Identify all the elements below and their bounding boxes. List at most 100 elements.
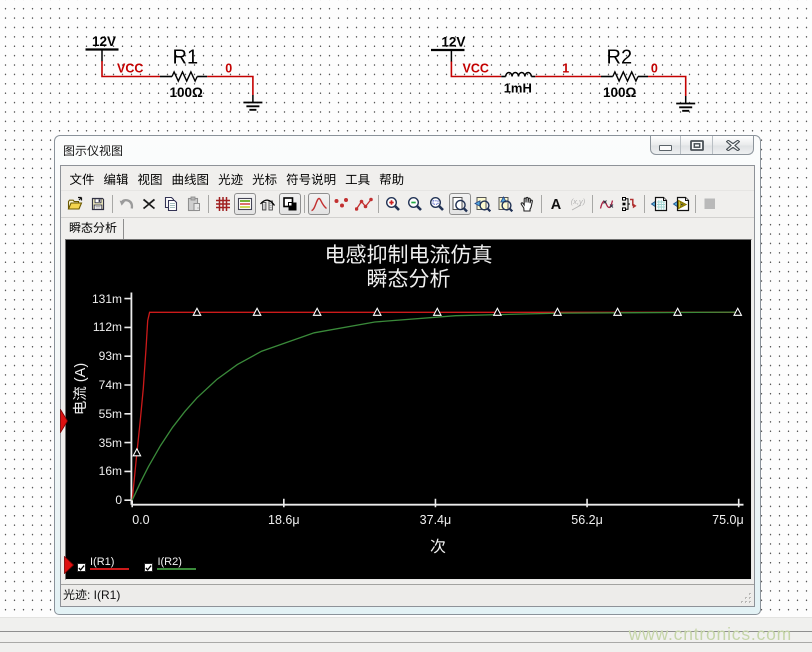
net-label-out: 0 — [651, 62, 658, 76]
inductor-symbol[interactable] — [506, 72, 532, 76]
window-title: 图示仪视图 — [63, 142, 123, 159]
y-tick-label: 131m — [62, 293, 122, 305]
y-tick-label: 112m — [62, 321, 122, 333]
zoom-horizontal-button[interactable] — [471, 193, 493, 215]
copy-button[interactable] — [160, 193, 182, 215]
open-button[interactable] — [64, 193, 86, 215]
copy-icon — [163, 196, 179, 212]
delete-button[interactable] — [138, 193, 160, 215]
y-tick-label: 55m — [62, 408, 122, 420]
export-excel-run-button[interactable] — [670, 193, 692, 215]
undo-button — [115, 193, 137, 215]
status-bar: 光迹: I(R1) — [61, 584, 754, 606]
trace-curve-button[interactable] — [308, 193, 330, 215]
window-titlebar[interactable]: 图示仪视图 — [55, 136, 760, 165]
menu-item-2[interactable]: 编辑 — [99, 165, 133, 192]
y-axis-select-arrow[interactable] — [60, 409, 68, 433]
trace-dots-line-button[interactable] — [352, 193, 374, 215]
supply-voltage-label: 12V — [441, 35, 465, 50]
menu-item-8[interactable]: 工具 — [341, 165, 375, 192]
plot-area[interactable] — [66, 240, 751, 579]
ground-symbol[interactable] — [676, 104, 695, 111]
supply-voltage-label: 12V — [92, 34, 116, 49]
wire[interactable] — [648, 77, 686, 97]
resistor-symbol[interactable] — [613, 72, 638, 81]
x-tick-label: 0.0 — [132, 513, 192, 527]
save-button[interactable] — [86, 193, 108, 215]
zoom-vertical-button[interactable] — [493, 193, 515, 215]
ground-symbol[interactable] — [243, 103, 262, 110]
legend-checkbox-I(R2)[interactable] — [144, 563, 153, 572]
open-icon — [67, 196, 84, 212]
export-excel-button[interactable] — [648, 193, 670, 215]
legend-select-arrow[interactable] — [64, 556, 74, 574]
pan-hand-button[interactable] — [516, 193, 538, 215]
net-label-vcc: VCC — [463, 62, 489, 76]
resistor-value-label: 100Ω — [603, 85, 637, 100]
overlay-traces-icon — [599, 196, 616, 212]
menu-item-9[interactable]: 帮助 — [375, 165, 409, 192]
bottom-application-strip: www.cntronics.com — [0, 617, 812, 652]
menu-item-5[interactable]: 光迹 — [214, 165, 248, 192]
trace-I(R1)[interactable] — [132, 312, 739, 500]
legend-icon — [237, 196, 253, 212]
minimize-button[interactable] — [651, 136, 681, 154]
svg-text:A: A — [551, 197, 562, 212]
zoom-out-button[interactable] — [404, 193, 426, 215]
export-graph-button[interactable] — [619, 193, 641, 215]
resistor-symbol[interactable] — [172, 72, 197, 81]
menu-item-6[interactable]: 光标 — [248, 165, 282, 192]
legend: I(R1)I(R2) — [77, 556, 212, 572]
close-button[interactable] — [713, 136, 753, 154]
legend-item-I(R1): I(R1) — [77, 556, 114, 572]
menu-item-7[interactable]: 符号说明 — [282, 165, 341, 192]
graph-properties-button[interactable] — [256, 193, 278, 215]
menu-item-4[interactable]: 曲线图 — [167, 165, 214, 192]
zoom-window-icon — [429, 196, 445, 212]
zoom-out-icon — [407, 196, 423, 212]
trace-dots-button[interactable] — [330, 193, 352, 215]
menu-item-3[interactable]: 视图 — [133, 165, 167, 192]
zoom-horizontal-icon — [474, 196, 491, 213]
resize-grip[interactable] — [741, 593, 752, 604]
legend-color-line — [157, 568, 196, 570]
wire[interactable] — [207, 77, 253, 96]
menu-bar: 文件编辑视图曲线图光迹光标符号说明工具帮助 — [61, 166, 754, 191]
resistor-refdes: R1 — [173, 47, 199, 69]
graph-properties-icon — [259, 196, 276, 212]
zoom-in-icon — [385, 196, 401, 212]
inductor-value-label: 1mH — [504, 81, 532, 96]
toolbar-separator — [112, 195, 113, 213]
delete-icon — [141, 196, 157, 212]
legend-checkbox-I(R1)[interactable] — [77, 563, 86, 572]
grid-button[interactable] — [212, 193, 234, 215]
zoom-page-button[interactable] — [449, 193, 471, 215]
text-annotation-button[interactable]: A — [545, 193, 567, 215]
toolbar-separator — [378, 195, 379, 213]
net-label-out: 0 — [225, 62, 232, 76]
menu-item-1[interactable]: 文件 — [65, 165, 99, 192]
net-label-vcc: VCC — [117, 62, 143, 76]
paste-icon — [186, 196, 202, 212]
zoom-window-button[interactable] — [426, 193, 448, 215]
tab-transient-analysis[interactable]: 瞬态分析 — [63, 219, 124, 239]
overlay-traces-button[interactable] — [596, 193, 618, 215]
window-controls — [650, 136, 754, 155]
toolbar-separator — [304, 195, 305, 213]
circuit-schematic: 12VVCCR1100Ω012VVCC1mH1R2100Ω0 — [0, 0, 812, 135]
grapher-window: 图示仪视图 文件编辑视图曲线图光迹光标符号说明工具帮助 A(x,y) 瞬态分析 … — [54, 135, 761, 615]
invert-colors-button[interactable] — [279, 193, 301, 215]
maximize-button[interactable] — [681, 136, 712, 154]
trace-I(R2)[interactable] — [132, 312, 739, 500]
x-ticks — [132, 499, 739, 508]
zoom-in-button[interactable] — [381, 193, 403, 215]
grid-icon — [215, 196, 231, 212]
watermark-text: www.cntronics.com — [600, 618, 792, 652]
legend-button[interactable] — [234, 193, 256, 215]
trace-dots-icon — [333, 196, 349, 212]
export-excel-run-icon — [672, 196, 690, 212]
zoom-vertical-icon — [496, 196, 513, 213]
net-label-mid: 1 — [562, 62, 569, 76]
toolbar-separator — [592, 195, 593, 213]
svg-text:(x,y): (x,y) — [571, 197, 586, 206]
